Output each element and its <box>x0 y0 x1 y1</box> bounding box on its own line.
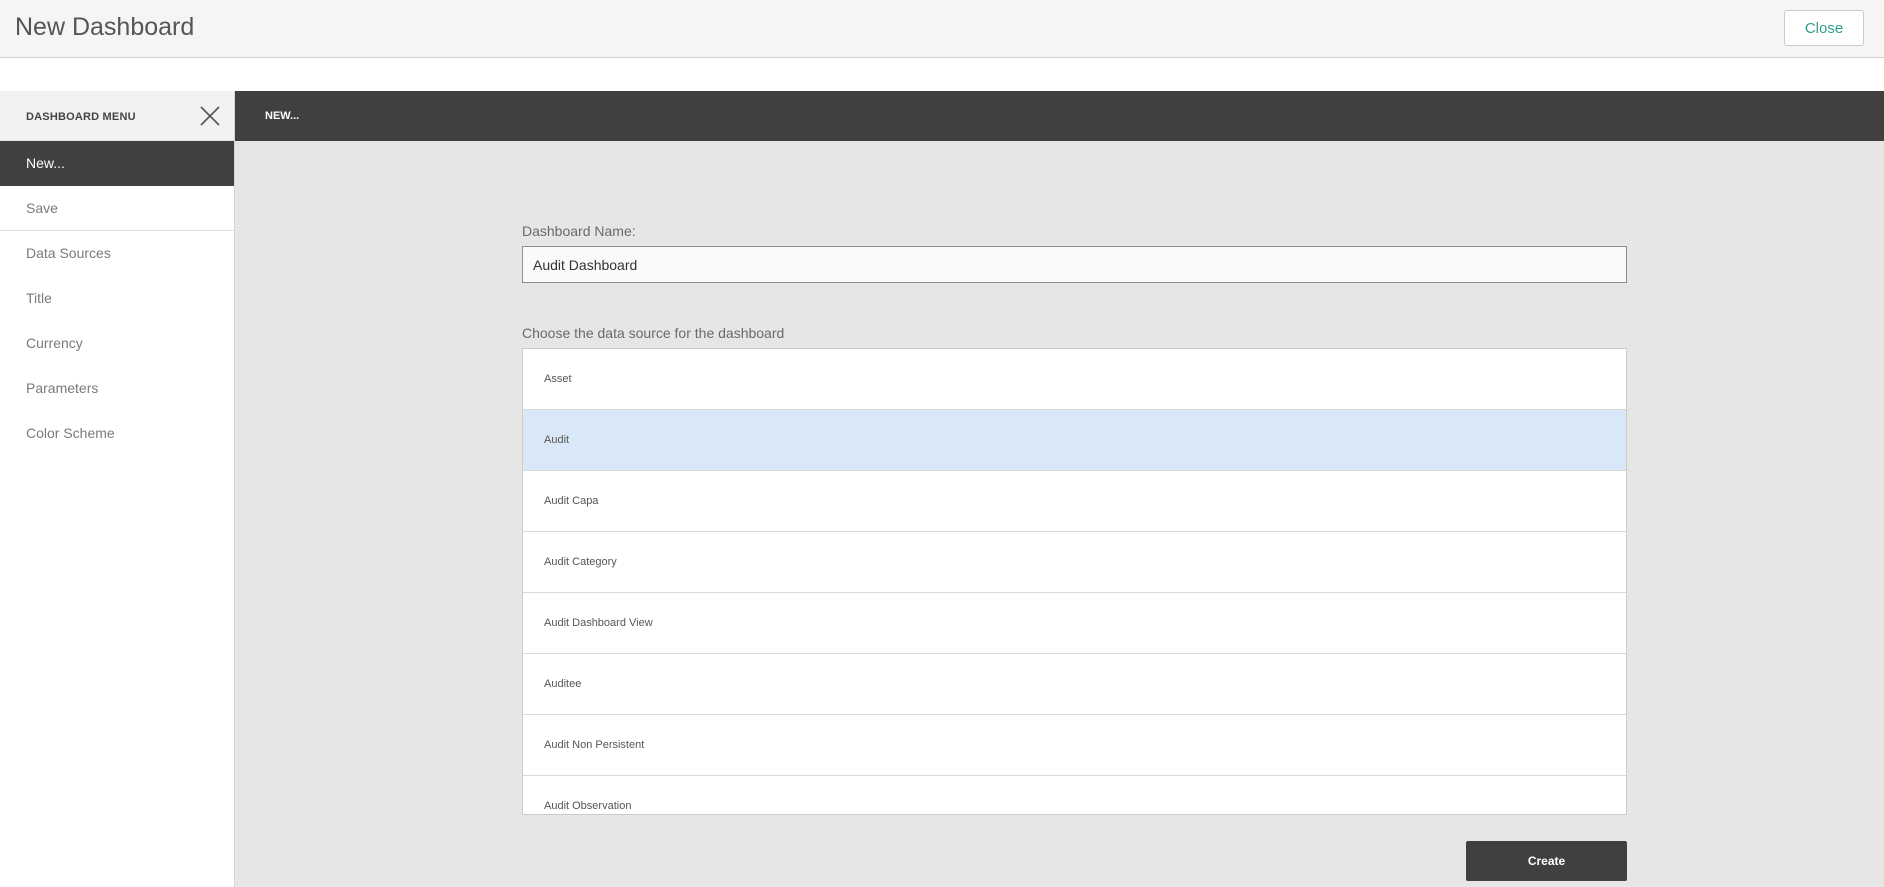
section-header: NEW... <box>235 91 1884 141</box>
list-item[interactable]: Asset <box>523 349 1626 410</box>
menu-item-save[interactable]: Save <box>0 186 234 231</box>
menu-item-parameters[interactable]: Parameters <box>0 366 234 411</box>
list-item[interactable]: Audit Category <box>523 532 1626 593</box>
dashboard-name-input[interactable] <box>522 246 1627 283</box>
close-button[interactable]: Close <box>1784 10 1864 46</box>
dashboard-menu: DASHBOARD MENU New... Save Data Sources … <box>0 91 235 887</box>
menu-item-data-sources[interactable]: Data Sources <box>0 231 234 276</box>
dashboard-menu-header: DASHBOARD MENU <box>0 91 234 141</box>
list-item[interactable]: Audit Observation <box>523 776 1626 814</box>
menu-item-currency[interactable]: Currency <box>0 321 234 366</box>
dashboard-menu-title: DASHBOARD MENU <box>26 111 136 123</box>
menu-item-new[interactable]: New... <box>0 141 234 186</box>
data-source-list[interactable]: Asset Audit Audit Capa Audit Category Au… <box>522 348 1627 815</box>
list-item[interactable]: Auditee <box>523 654 1626 715</box>
list-item[interactable]: Audit Dashboard View <box>523 593 1626 654</box>
dashboard-name-label: Dashboard Name: <box>522 223 636 239</box>
menu-item-title[interactable]: Title <box>0 276 234 321</box>
close-icon[interactable] <box>200 106 220 126</box>
list-item[interactable]: Audit Non Persistent <box>523 715 1626 776</box>
create-button[interactable]: Create <box>1466 841 1627 881</box>
data-source-label: Choose the data source for the dashboard <box>522 325 785 341</box>
page-title: New Dashboard <box>15 13 195 41</box>
list-item[interactable]: Audit Capa <box>523 471 1626 532</box>
top-header: New Dashboard Close <box>0 0 1884 58</box>
section-title: NEW... <box>265 110 300 122</box>
new-dashboard-form: Dashboard Name: Choose the data source f… <box>522 223 1627 815</box>
menu-item-color-scheme[interactable]: Color Scheme <box>0 411 234 456</box>
list-item[interactable]: Audit <box>523 410 1626 471</box>
main-panel: NEW... Dashboard Name: Choose the data s… <box>235 91 1884 887</box>
